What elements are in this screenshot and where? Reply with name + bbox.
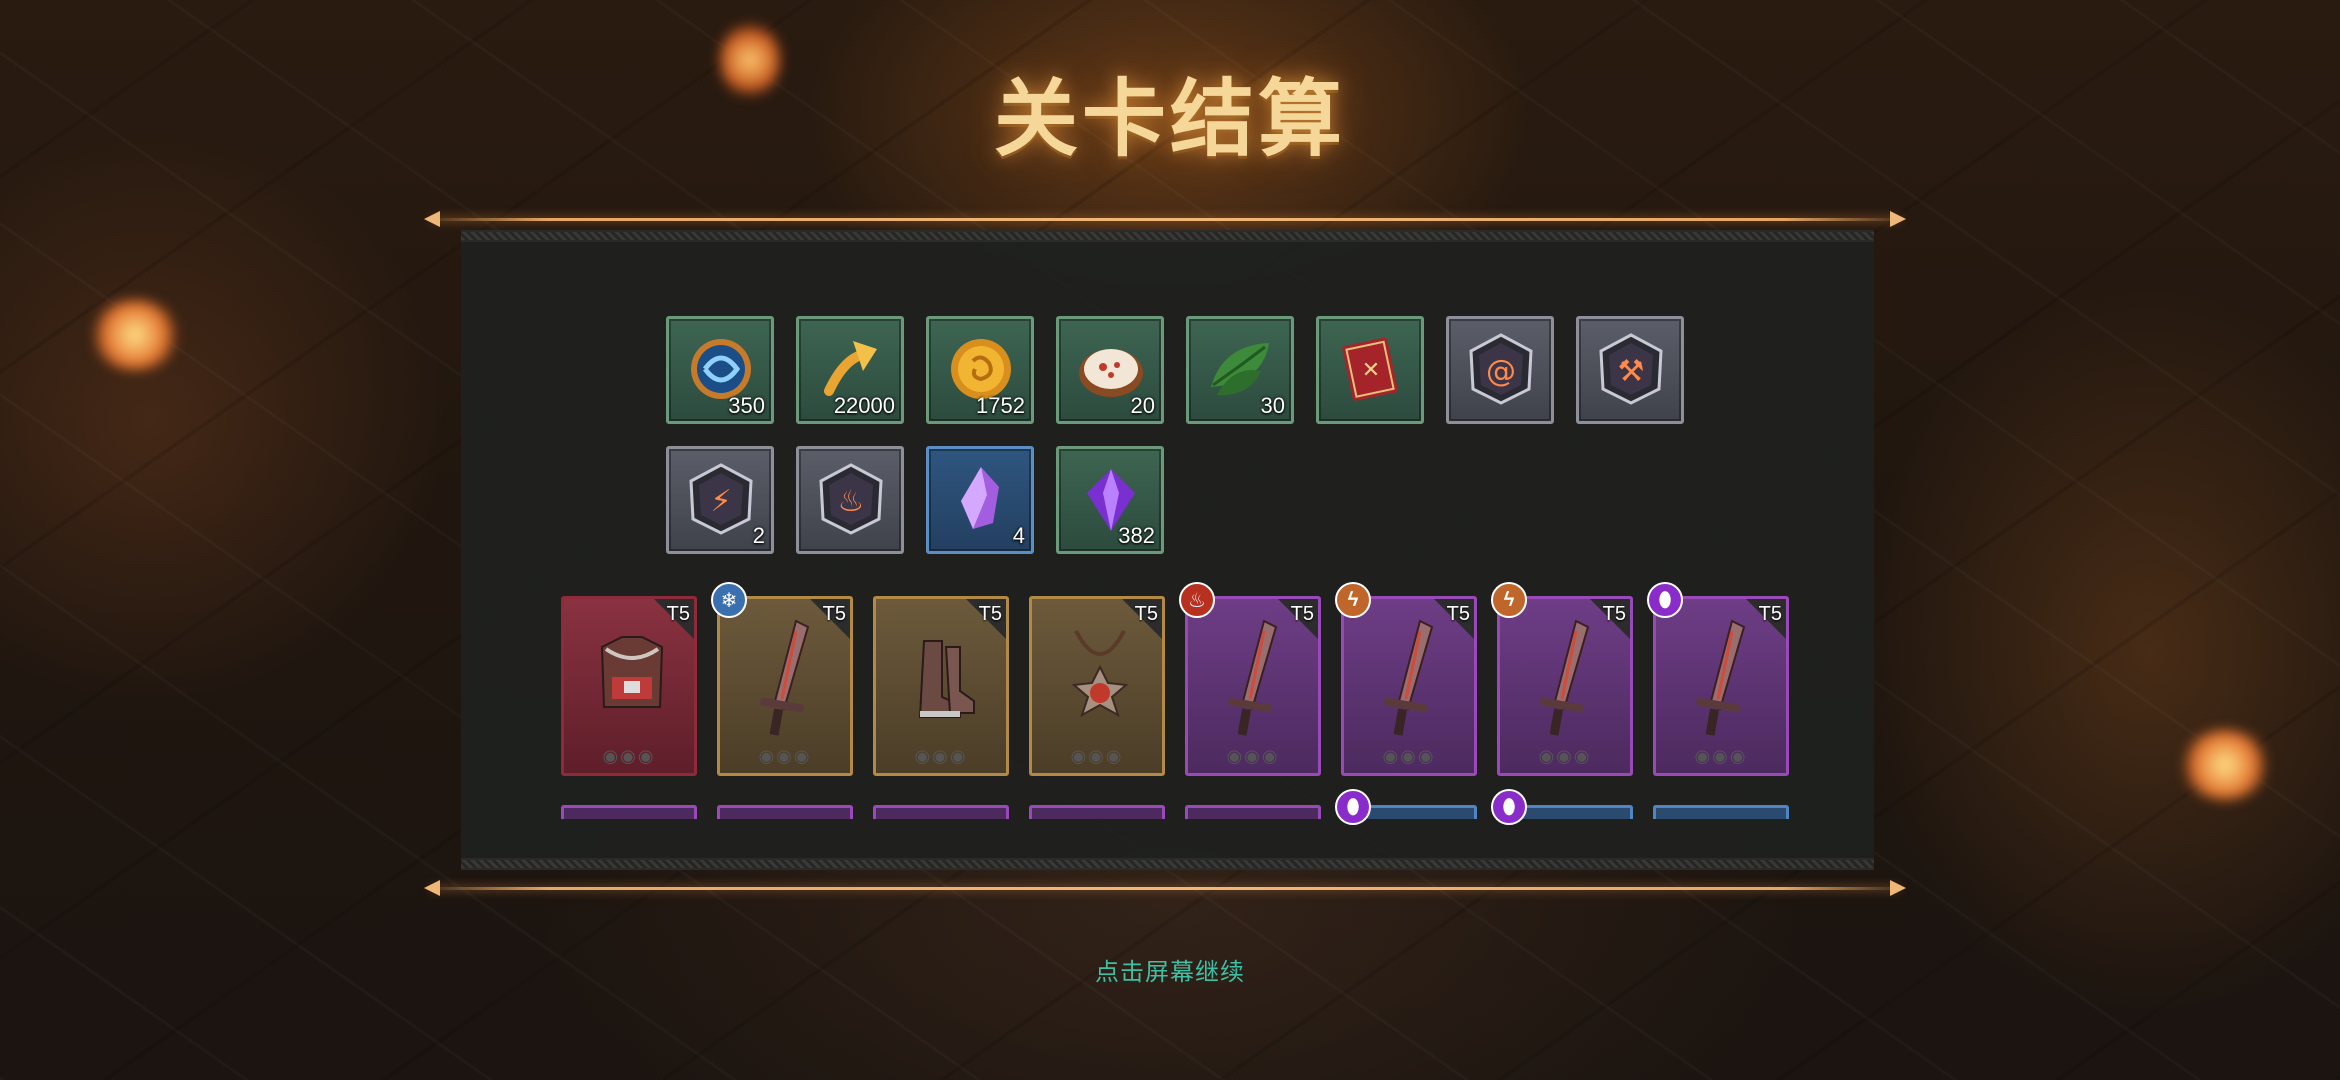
fire-element-badge-icon: ♨: [1179, 582, 1215, 618]
upgrade-slots-icon: ◉◉◉: [914, 746, 968, 766]
reward-item[interactable]: 22000: [796, 316, 904, 424]
gear-card-peek[interactable]: [1185, 805, 1321, 819]
tier-label: T5: [1134, 603, 1158, 625]
upgrade-slots-icon: ◉◉◉: [1538, 746, 1592, 766]
tier-label: T5: [1446, 603, 1470, 625]
reward-count: 30: [1260, 393, 1285, 418]
gear-card[interactable]: T5 ◉◉◉: [561, 596, 697, 776]
reward-item[interactable]: 30: [1186, 316, 1294, 424]
reward-item[interactable]: 1752: [926, 316, 1034, 424]
tier-label: T5: [1758, 603, 1782, 625]
tier-label: T5: [1602, 603, 1626, 625]
bottom-divider: [424, 880, 1906, 896]
reward-count: 4: [1012, 523, 1025, 548]
page-title: 关卡结算: [993, 74, 1346, 167]
gear-card[interactable]: T5 ◉◉◉: [1029, 596, 1165, 776]
tier-label: T5: [822, 603, 846, 625]
svg-text:✕: ✕: [1362, 358, 1380, 383]
reward-count: 350: [728, 393, 765, 418]
svg-text:⚡: ⚡: [710, 484, 731, 519]
gear-card[interactable]: T5 ◉◉◉: [1185, 596, 1321, 776]
poison-element-badge-icon: ⬮: [1491, 789, 1527, 825]
gear-card-peek[interactable]: [1029, 805, 1165, 819]
torch-glow-left: [90, 300, 180, 370]
tier-label: T5: [1290, 603, 1314, 625]
top-divider: [424, 211, 1906, 227]
gear-card[interactable]: T5 ◉◉◉: [873, 596, 1009, 776]
ice-element-badge-icon: ❄: [711, 582, 747, 618]
svg-text:♨: ♨: [838, 484, 865, 519]
upgrade-slots-icon: ◉◉◉: [602, 746, 656, 766]
gear-card-peek[interactable]: [717, 805, 853, 819]
upgrade-slots-icon: ◉◉◉: [1694, 746, 1748, 766]
upgrade-slots-icon: ◉◉◉: [1382, 746, 1436, 766]
reward-count: 20: [1130, 393, 1155, 418]
upgrade-slots-icon: ◉◉◉: [1070, 746, 1124, 766]
poison-element-badge-icon: ⬮: [1647, 582, 1683, 618]
gear-card[interactable]: T5 ◉◉◉: [1653, 596, 1789, 776]
gear-card[interactable]: T5 ◉◉◉: [1341, 596, 1477, 776]
upgrade-slots-icon: ◉◉◉: [1226, 746, 1280, 766]
reward-count: 382: [1118, 523, 1155, 548]
reward-item[interactable]: 382: [1056, 446, 1164, 554]
tap-to-continue-hint[interactable]: 点击屏幕继续: [0, 952, 2340, 987]
gear-card[interactable]: T5 ◉◉◉: [717, 596, 853, 776]
reward-item[interactable]: @: [1446, 316, 1554, 424]
torch-glow-right: [2180, 730, 2270, 800]
gear-card-peek[interactable]: [1653, 805, 1789, 819]
reward-item[interactable]: 4: [926, 446, 1034, 554]
poison-element-badge-icon: ⬮: [1335, 789, 1371, 825]
reward-count: 22000: [833, 393, 895, 418]
upgrade-slots-icon: ◉◉◉: [758, 746, 812, 766]
gear-card[interactable]: T5 ◉◉◉: [1497, 596, 1633, 776]
reward-item[interactable]: ⚒: [1576, 316, 1684, 424]
reward-count: 2: [752, 523, 765, 548]
reward-item[interactable]: ✕: [1316, 316, 1424, 424]
tier-label: T5: [666, 603, 690, 625]
gear-card-peek[interactable]: [561, 805, 697, 819]
reward-item[interactable]: 20: [1056, 316, 1164, 424]
lightning-element-badge-icon: ϟ: [1335, 582, 1371, 618]
reward-item[interactable]: ♨: [796, 446, 904, 554]
tier-label: T5: [978, 603, 1002, 625]
reward-item[interactable]: ⚡ 2: [666, 446, 774, 554]
gear-card-peek[interactable]: [873, 805, 1009, 819]
reward-count: 1752: [976, 393, 1025, 418]
reward-item[interactable]: 350: [666, 316, 774, 424]
svg-text:@: @: [1486, 354, 1516, 389]
lightning-element-badge-icon: ϟ: [1491, 582, 1527, 618]
svg-text:⚒: ⚒: [1618, 354, 1645, 389]
